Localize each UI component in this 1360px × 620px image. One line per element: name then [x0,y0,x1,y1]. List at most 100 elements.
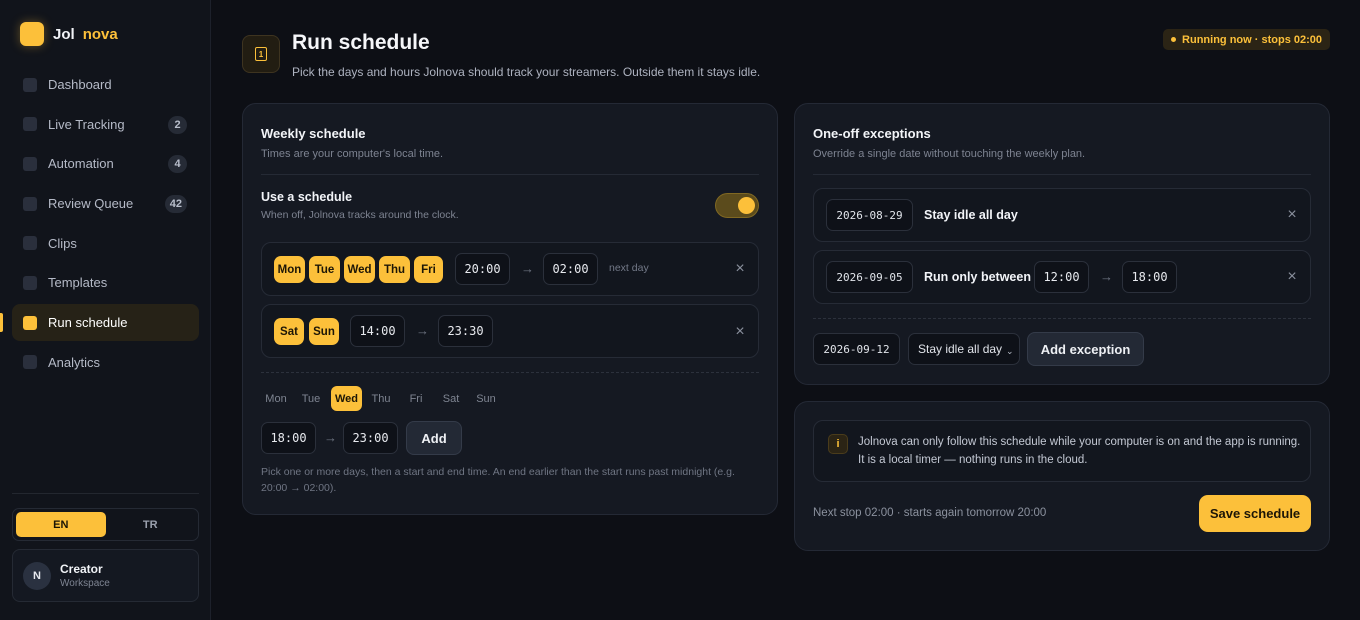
status-dot-icon [1171,37,1177,42]
calendar-icon: 1 [242,35,280,73]
sidebar-item-run-schedule[interactable]: Run schedule [0,304,199,342]
brand-logo-icon [20,22,44,46]
divider [813,174,1311,175]
weekly-subtitle: Times are your computer's local time. [261,148,444,160]
day-chip[interactable]: Tue [309,256,340,283]
info-line-2: It is a local timer — nothing runs in th… [858,454,1088,466]
use-schedule-sub: When off, Jolnova tracks around the cloc… [261,209,459,221]
sidebar-item-label: Templates [48,275,108,291]
brand-name: Jol nova [53,26,118,43]
profile-card[interactable]: N Creator Workspace [12,549,199,602]
exception-start-time[interactable]: 12:00 [1034,261,1089,293]
add-exception-button[interactable]: Add exception [1027,332,1144,366]
sidebar-item-label: Dashboard [48,77,112,92]
toggle-knob [738,197,755,214]
weekly-schedule-card: Weekly schedule Times are your computer'… [242,103,778,515]
start-time-input[interactable]: 20:00 [455,253,510,285]
arrow-right-icon: → [521,261,534,276]
exception-date: 2026-09-05 [826,261,913,293]
sidebar: Jol nova Dashboard Live Tracking 2 Autom… [0,0,211,620]
schedule-row: Mon Tue Wed Thu Fri 20:00 → 02:00 next d… [261,242,759,296]
count-badge: 42 [164,195,187,214]
run-schedule-icon [23,315,37,330]
arrow-right-icon: → [1100,269,1113,284]
info-box: i Jolnova can only follow this schedule … [813,420,1311,482]
save-schedule-button[interactable]: Save schedule [1199,495,1311,532]
exception-end-time[interactable]: 18:00 [1122,261,1177,293]
exception-label: Run only between [924,270,1031,284]
day-toggle-fri[interactable]: Fri [401,386,431,411]
sidebar-item-clips[interactable]: Clips [12,225,199,262]
day-toggle-wed[interactable]: Wed [331,386,362,411]
sidebar-item-analytics[interactable]: Analytics [12,344,199,381]
sidebar-item-live-tracking[interactable]: Live Tracking 2 [12,106,199,143]
day-chip[interactable]: Thu [379,256,410,283]
page-subtitle: Pick the days and hours Jolnova should t… [292,65,761,79]
schedule-hint: Pick one or more days, then a start and … [261,466,735,494]
status-text: Running now · stops 02:00 [1182,33,1322,46]
automation-icon [23,156,37,171]
dashed-divider [813,318,1311,319]
status-badge: Running now · stops 02:00 [1163,29,1330,50]
exception-date: 2026-08-29 [826,199,913,231]
day-toggle-thu[interactable]: Thu [366,386,396,411]
end-time-input[interactable]: 23:30 [438,315,493,347]
day-toggle-tue[interactable]: Tue [296,386,326,411]
dashboard-icon [23,77,37,92]
brand-name-part-2: nova [82,25,118,43]
remove-exception-button[interactable]: × [1285,207,1299,223]
new-exception-date-input[interactable]: 2026-09-12 [813,333,900,365]
arrow-right-icon: → [416,323,429,338]
calendar-glyph: 1 [255,47,267,61]
exception-mode-select[interactable]: Stay idle all day ⌄ [908,333,1020,365]
exceptions-subtitle: Override a single date without touching … [813,148,1086,160]
day-chip[interactable]: Wed [344,256,375,283]
end-time-input[interactable]: 02:00 [543,253,598,285]
schedule-row: Sat Sun 14:00 → 23:30 × [261,304,759,358]
sidebar-item-review-queue[interactable]: Review Queue 42 [12,185,199,222]
sidebar-item-label: Analytics [48,354,101,370]
sidebar-divider [12,493,199,494]
remove-exception-button[interactable]: × [1285,269,1299,285]
sidebar-item-label: Clips [48,235,77,251]
exception-row: 2026-08-29 Stay idle all day × [813,188,1311,242]
clips-icon [23,236,37,251]
exceptions-title: One-off exceptions [813,126,931,141]
next-day-note: next day [609,262,649,274]
chevron-down-icon: ⌄ [1006,346,1014,356]
use-schedule-label: Use a schedule [261,190,353,204]
arrow-right-icon: → [324,430,337,445]
use-schedule-toggle[interactable] [715,193,759,218]
day-chip[interactable]: Sun [309,318,339,345]
profile-text: Creator Workspace [60,562,110,589]
day-toggle-sun[interactable]: Sun [471,386,501,411]
new-start-time-input[interactable]: 18:00 [261,422,316,454]
profile-workspace: Workspace [60,578,110,589]
review-queue-icon [23,196,37,211]
day-chip[interactable]: Sat [274,318,304,345]
add-schedule-button[interactable]: Add [406,421,462,455]
new-end-time-input[interactable]: 23:00 [343,422,398,454]
exception-label: Stay idle all day [924,208,1018,222]
day-toggle-mon[interactable]: Mon [261,386,291,411]
day-chip[interactable]: Fri [414,256,443,283]
exceptions-card: One-off exceptions Override a single dat… [794,103,1330,385]
remove-row-button[interactable]: × [733,261,747,277]
count-badge: 2 [168,115,187,134]
sidebar-item-templates[interactable]: Templates [12,264,199,301]
analytics-icon [23,355,37,370]
start-time-input[interactable]: 14:00 [350,315,405,347]
exception-mode-value: Stay idle all day [918,342,1003,356]
lang-tr-button[interactable]: TR [106,512,196,537]
sidebar-item-dashboard[interactable]: Dashboard [12,66,199,103]
day-chip[interactable]: Mon [274,256,305,283]
info-text: Jolnova can only follow this schedule wh… [858,433,1300,469]
brand: Jol nova [20,22,118,46]
language-switch: EN TR [12,508,199,541]
sidebar-item-automation[interactable]: Automation 4 [12,145,199,182]
lang-en-button[interactable]: EN [16,512,106,537]
remove-row-button[interactable]: × [733,324,747,340]
divider [261,174,759,175]
day-toggle-sat[interactable]: Sat [436,386,466,411]
avatar: N [23,561,51,590]
